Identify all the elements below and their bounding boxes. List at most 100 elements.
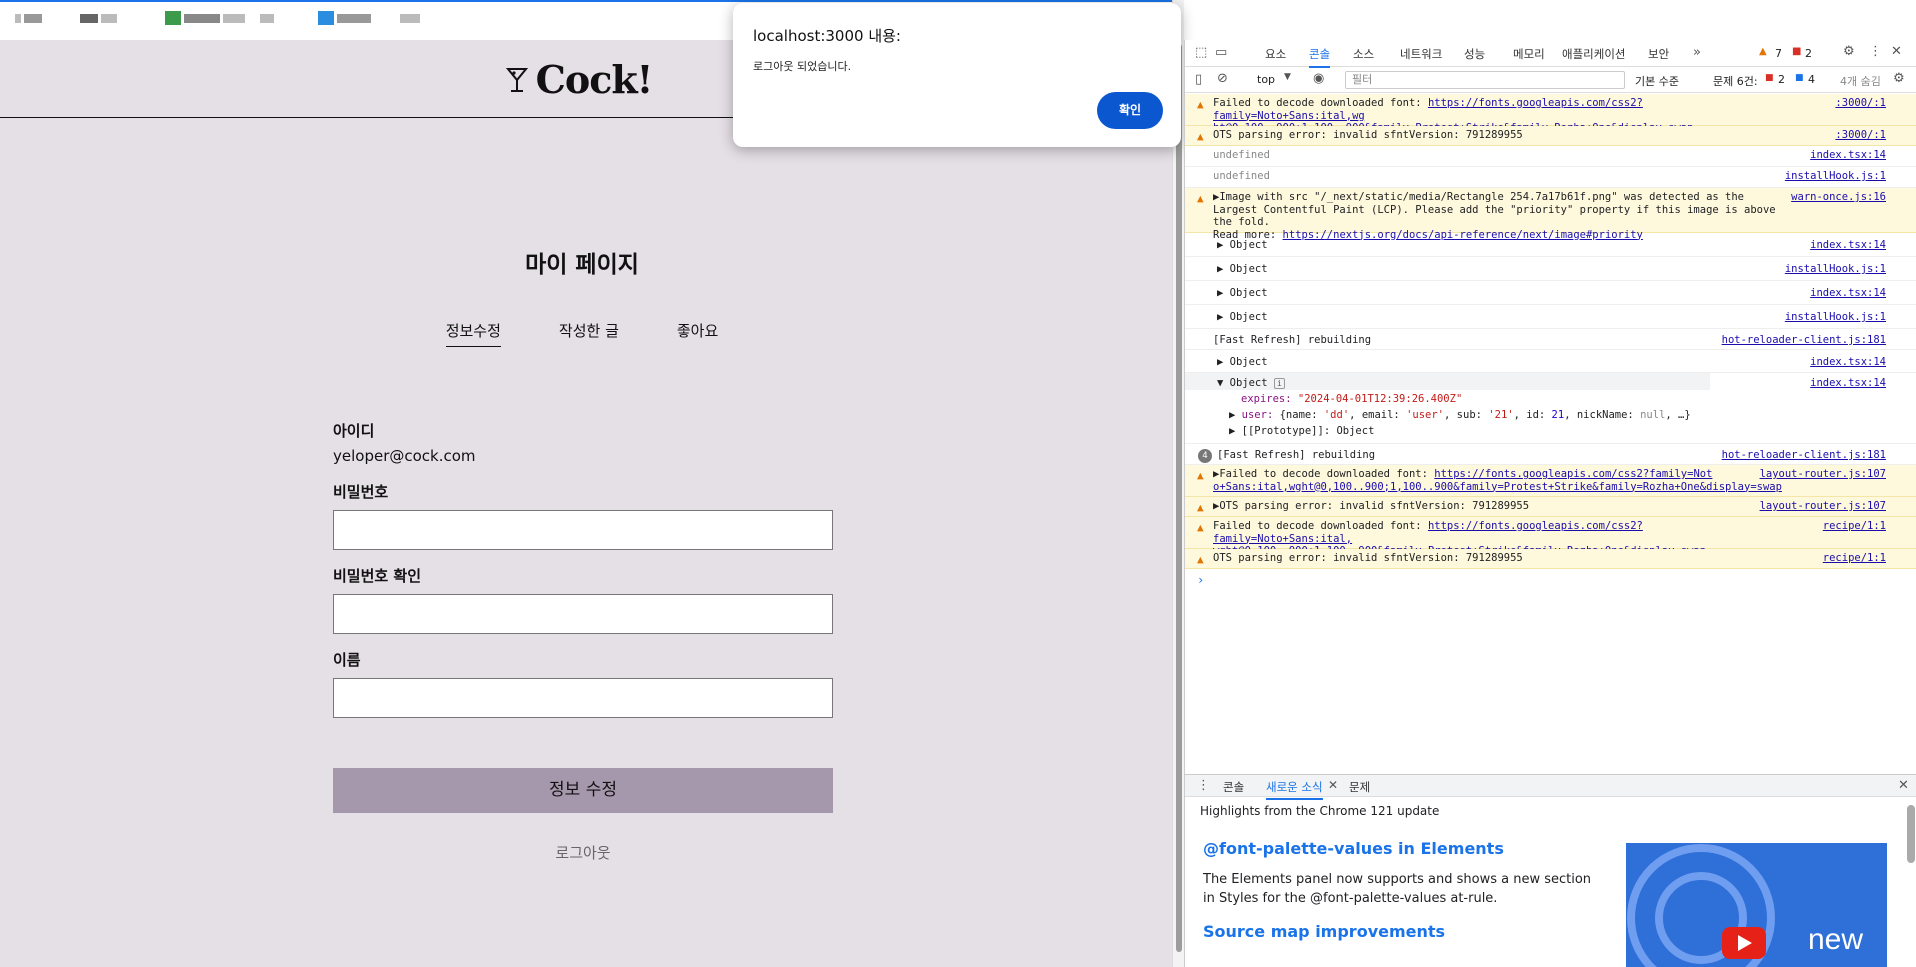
console-toolbar: ▯ ⊘ top ▼ ◉ 필터 기본 수준 문제 6건: ■ 2 ■ 4 4개 숨… (1185, 67, 1916, 93)
drawer-tab-console[interactable]: 콘솔 (1223, 779, 1244, 795)
console-object[interactable]: ▶ Object installHook.js:1 (1185, 305, 1916, 329)
clear-console-icon[interactable]: ⊘ (1217, 71, 1228, 86)
tab-memory[interactable]: 메모리 (1513, 46, 1545, 62)
tab-likes[interactable]: 좋아요 (677, 320, 718, 347)
issues-info[interactable]: 4 (1808, 73, 1815, 86)
source-link[interactable]: hot-reloader-client.js:181 (1722, 449, 1886, 461)
feature-heading-link[interactable]: @font-palette-values in Elements (1203, 839, 1504, 858)
issues-label[interactable]: 문제 6건: (1713, 73, 1758, 89)
drawer-tab-issues[interactable]: 문제 (1349, 779, 1370, 795)
name-field[interactable] (333, 678, 833, 718)
source-link[interactable]: layout-router.js:107 (1760, 500, 1886, 512)
tab-my-posts[interactable]: 작성한 글 (559, 320, 619, 347)
bookmark-item[interactable] (80, 10, 117, 26)
font-url-link[interactable]: https://fonts.googleapis.com/css2?family… (1434, 468, 1712, 480)
source-link[interactable]: recipe/1:1 (1823, 520, 1886, 532)
drawer-scrollbar[interactable] (1907, 805, 1915, 863)
source-link[interactable]: :3000/:1 (1835, 97, 1886, 109)
warning-icon: ▲ (1197, 98, 1204, 111)
console-message: ▲ ▶OTS parsing error: invalid sfntVersio… (1185, 497, 1916, 517)
tab-edit-info[interactable]: 정보수정 (445, 320, 501, 347)
feature-description: The Elements panel now supports and show… (1203, 872, 1592, 906)
feature-heading-link[interactable]: Source map improvements (1203, 922, 1445, 941)
warning-icon: ▲ (1197, 553, 1204, 566)
inspect-element-icon[interactable]: ⬚ (1195, 45, 1207, 60)
password-confirm-field[interactable] (333, 594, 833, 634)
source-link[interactable]: installHook.js:1 (1785, 170, 1886, 182)
sidebar-toggle-icon[interactable]: ▯ (1195, 72, 1202, 87)
console-object[interactable]: ▶ Object index.tsx:14 (1185, 281, 1916, 305)
console-object[interactable]: ▶ Object index.tsx:14 (1185, 350, 1916, 373)
source-link[interactable]: installHook.js:1 (1785, 263, 1886, 275)
error-icon[interactable]: ■ (1792, 46, 1801, 57)
source-link[interactable]: index.tsx:14 (1810, 149, 1886, 161)
console-settings-icon[interactable]: ⚙ (1893, 71, 1905, 86)
page-title: 마이 페이지 (525, 252, 639, 278)
password-field[interactable] (333, 510, 833, 550)
more-tabs-icon[interactable]: » (1693, 45, 1701, 60)
drawer-tabbar: ⋮ 콘솔 새로운 소식 ✕ 문제 ✕ (1185, 775, 1916, 800)
console-prompt-icon[interactable]: › (1197, 573, 1204, 587)
tab-network[interactable]: 네트워크 (1400, 46, 1442, 62)
bookmark-item[interactable] (400, 10, 420, 26)
source-link[interactable]: index.tsx:14 (1810, 377, 1886, 389)
console-message: undefined index.tsx:14 (1185, 146, 1916, 167)
tab-performance[interactable]: 성능 (1464, 46, 1485, 62)
tab-application[interactable]: 애플리케이션 (1562, 46, 1625, 62)
issues-errors[interactable]: 2 (1778, 73, 1785, 86)
tab-security[interactable]: 보안 (1648, 46, 1669, 62)
context-select[interactable]: top (1257, 73, 1275, 86)
chevron-down-icon: ▼ (1284, 72, 1291, 82)
console-message: undefined installHook.js:1 (1185, 167, 1916, 188)
repeat-count-badge: 4 (1198, 449, 1212, 463)
error-count[interactable]: 2 (1805, 47, 1812, 60)
devtools-panel: ⬚ ▭ 요소 콘솔 소스 네트워크 성능 메모리 애플리케이션 보안 » ▲ 7… (1184, 40, 1916, 967)
video-thumbnail[interactable]: new (1626, 843, 1887, 967)
source-link[interactable]: warn-once.js:16 (1791, 191, 1886, 203)
bookmark-item[interactable] (15, 10, 42, 26)
tab-elements[interactable]: 요소 (1265, 46, 1286, 62)
font-url-link[interactable]: o+Sans:ital,wght@0,100..900;1,100..900&f… (1213, 481, 1782, 493)
console-object[interactable]: ▶ Object installHook.js:1 (1185, 257, 1916, 281)
console-object-expanded[interactable]: ▼ Object i index.tsx:14 expires: "2024-0… (1185, 373, 1916, 444)
more-options-icon[interactable]: ⋮ (1869, 44, 1882, 59)
eye-icon[interactable]: ◉ (1313, 71, 1324, 86)
devtools-drawer: ⋮ 콘솔 새로운 소식 ✕ 문제 ✕ Highlights from the C… (1185, 774, 1916, 967)
web-page: Cock! 마이 페이지 정보수정 작성한 글 좋아요 아이디 yeloper@… (0, 40, 1172, 967)
hidden-count: 4개 숨김 (1840, 75, 1881, 88)
dialog-ok-button[interactable]: 확인 (1097, 92, 1163, 129)
site-logo[interactable]: Cock! (505, 57, 653, 102)
source-link[interactable]: index.tsx:14 (1810, 356, 1886, 368)
bookmark-item[interactable] (318, 10, 371, 26)
source-link[interactable]: hot-reloader-client.js:181 (1722, 334, 1886, 346)
close-icon[interactable]: ✕ (1891, 44, 1902, 59)
scrollbar-thumb[interactable] (1176, 44, 1182, 952)
logout-link[interactable]: 로그아웃 (333, 842, 833, 863)
close-tab-icon[interactable]: ✕ (1328, 778, 1338, 792)
source-link[interactable]: installHook.js:1 (1785, 311, 1886, 323)
device-toolbar-icon[interactable]: ▭ (1215, 45, 1227, 60)
bookmark-item[interactable] (260, 10, 274, 26)
source-link[interactable]: index.tsx:14 (1810, 287, 1886, 299)
log-level-select[interactable]: 기본 수준 (1635, 73, 1679, 89)
drawer-menu-icon[interactable]: ⋮ (1197, 778, 1210, 793)
source-link[interactable]: recipe/1:1 (1823, 552, 1886, 564)
password-confirm-label: 비밀번호 확인 (333, 567, 422, 585)
update-info-button[interactable]: 정보 수정 (333, 768, 833, 813)
bookmark-item[interactable] (165, 10, 245, 26)
warning-count[interactable]: 7 (1775, 47, 1782, 60)
settings-gear-icon[interactable]: ⚙ (1843, 44, 1855, 59)
console-object[interactable]: ▶ Object index.tsx:14 (1185, 233, 1916, 257)
tab-console[interactable]: 콘솔 (1309, 46, 1331, 68)
dialog-title: localhost:3000 내용: (753, 27, 901, 45)
filter-input[interactable]: 필터 (1345, 71, 1625, 89)
source-link[interactable]: index.tsx:14 (1810, 239, 1886, 251)
warning-icon: ▲ (1197, 501, 1204, 514)
tab-sources[interactable]: 소스 (1353, 46, 1374, 62)
source-link[interactable]: :3000/:1 (1835, 129, 1886, 141)
warning-icon[interactable]: ▲ (1759, 46, 1767, 57)
info-badge-icon[interactable]: i (1273, 378, 1285, 389)
source-link[interactable]: layout-router.js:107 (1760, 468, 1886, 480)
close-drawer-icon[interactable]: ✕ (1898, 778, 1909, 793)
drawer-tab-whats-new[interactable]: 새로운 소식 (1266, 779, 1323, 800)
